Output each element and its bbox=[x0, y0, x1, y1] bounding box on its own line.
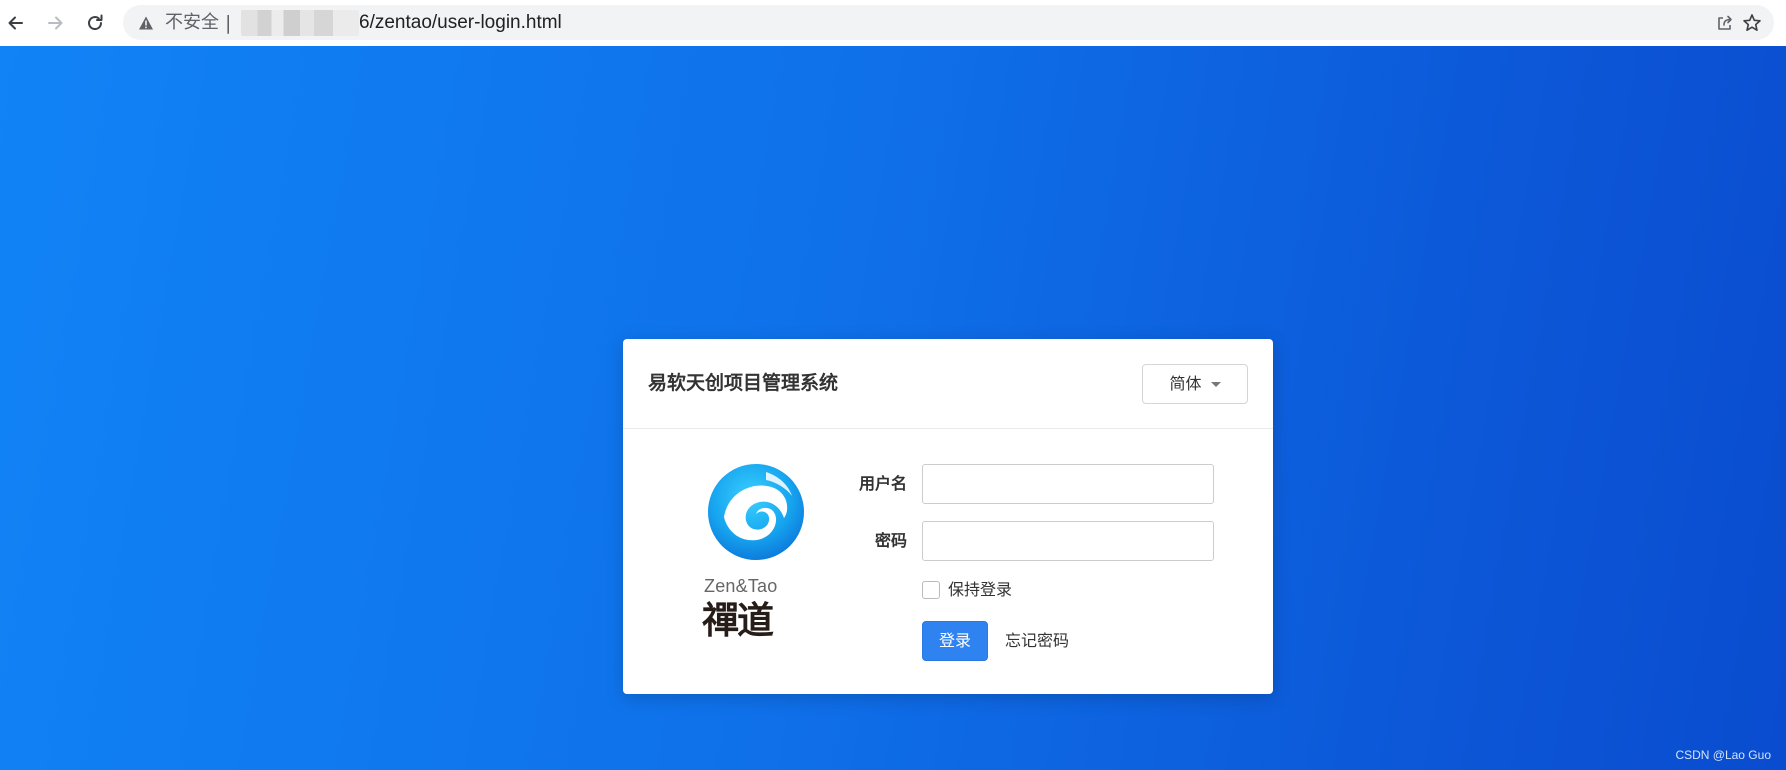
caret-down-icon bbox=[1210, 381, 1221, 387]
zentao-logo: Zen&Tao 禪道 bbox=[698, 462, 818, 642]
forward-button[interactable] bbox=[39, 7, 71, 39]
arrow-left-icon bbox=[8, 16, 23, 30]
warning-icon[interactable] bbox=[138, 15, 154, 31]
system-title: 易软天创项目管理系统 bbox=[648, 372, 839, 394]
arrow-right-icon bbox=[48, 16, 63, 30]
keep-login-checkbox[interactable] bbox=[922, 581, 940, 599]
share-button[interactable] bbox=[1711, 9, 1739, 37]
address-separator: | bbox=[225, 12, 232, 34]
security-status[interactable]: 不安全 bbox=[165, 12, 219, 34]
login-panel-header: 易软天创项目管理系统 简体 bbox=[623, 339, 1273, 429]
password-input[interactable] bbox=[922, 521, 1214, 561]
share-icon bbox=[1718, 15, 1732, 30]
bookmark-button[interactable] bbox=[1738, 9, 1766, 37]
star-icon bbox=[1743, 14, 1761, 31]
language-label: 简体 bbox=[1169, 374, 1202, 393]
username-label: 用户名 bbox=[858, 474, 907, 493]
login-button[interactable]: 登录 bbox=[922, 621, 988, 661]
forgot-password-link[interactable]: 忘记密码 bbox=[1005, 631, 1069, 651]
username-input[interactable] bbox=[922, 464, 1214, 504]
watermark: CSDN @Lao Guo bbox=[1675, 748, 1771, 762]
browser-toolbar: 不安全 | 6/zentao/user-login.html bbox=[0, 0, 1786, 46]
language-selector[interactable]: 简体 bbox=[1142, 364, 1248, 404]
back-button[interactable] bbox=[0, 7, 32, 39]
page-background: 易软天创项目管理系统 简体 Zen&Tao 禪道 用户名 密码 保持登录 登录 … bbox=[0, 46, 1786, 770]
url-text[interactable]: 6/zentao/user-login.html bbox=[359, 11, 562, 34]
keep-login-label[interactable]: 保持登录 bbox=[948, 580, 1012, 600]
login-panel: 易软天创项目管理系统 简体 Zen&Tao 禪道 用户名 密码 保持登录 登录 … bbox=[623, 339, 1273, 694]
logo-wordmark: Zen&Tao bbox=[704, 576, 778, 596]
swirl-logo-icon bbox=[708, 464, 804, 560]
password-label: 密码 bbox=[874, 531, 907, 550]
reload-button[interactable] bbox=[79, 7, 111, 39]
address-bar[interactable]: 不安全 | 6/zentao/user-login.html bbox=[123, 5, 1774, 40]
reload-icon bbox=[88, 14, 103, 31]
logo-chinese-text: 禪道 bbox=[702, 598, 774, 642]
redacted-host bbox=[241, 10, 359, 36]
